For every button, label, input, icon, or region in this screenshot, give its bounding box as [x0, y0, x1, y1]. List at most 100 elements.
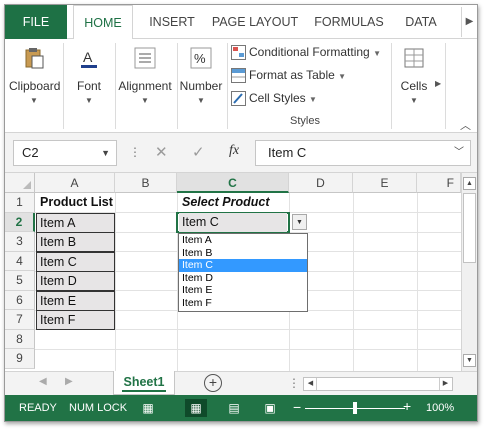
name-box[interactable]: C2 ▼ [13, 140, 117, 166]
tab-home[interactable]: HOME [73, 5, 133, 40]
scroll-up-icon[interactable]: ▲ [463, 177, 476, 190]
formula-input-value: Item C [268, 145, 307, 160]
formula-bar-dots-icon[interactable]: ⋮ [129, 145, 141, 159]
row-header-9[interactable]: 9 [5, 349, 35, 369]
add-sheet-icon[interactable]: + [204, 374, 222, 392]
chevron-down-icon[interactable]: ▼ [101, 141, 110, 165]
conditional-formatting-icon [231, 45, 246, 61]
cells-label: Cells [400, 79, 428, 93]
tab-insert[interactable]: INSERT [141, 5, 203, 39]
ribbon-more-icon[interactable]: ▶ [435, 79, 441, 88]
zoom-in-icon[interactable]: + [403, 398, 411, 414]
insert-function-icon[interactable]: fx [229, 143, 239, 159]
conditional-formatting-button[interactable]: Conditional Formatting ▼ [231, 45, 381, 65]
column-header-d[interactable]: D [289, 173, 353, 193]
column-header-b[interactable]: B [115, 173, 177, 193]
cells-icon [404, 48, 424, 68]
status-num-lock: NUM LOCK [69, 402, 128, 414]
cancel-icon[interactable]: ✕ [155, 143, 168, 161]
format-as-table-icon [231, 68, 246, 84]
column-header-e[interactable]: E [353, 173, 417, 193]
clipboard-label: Clipboard [9, 79, 61, 93]
dropdown-option[interactable]: Item E [179, 284, 307, 297]
chevron-down-icon: ▼ [141, 96, 149, 105]
percent-icon: % [190, 47, 212, 69]
formula-bar: C2 ▼ ⋮ ✕ ✓ fx Item C ﹀ [5, 133, 477, 173]
row-header-7[interactable]: 7 [5, 310, 35, 330]
chevron-down-icon: ▼ [85, 96, 93, 105]
svg-text:A: A [83, 49, 93, 65]
ribbon-home: Clipboard ▼ A Font ▼ Alignment ▼ % Numbe… [5, 39, 477, 133]
dropdown-option[interactable]: Item D [179, 272, 307, 285]
row-header-8[interactable]: 8 [5, 329, 35, 349]
cell-a3[interactable]: Item B [36, 232, 115, 252]
svg-text:%: % [194, 51, 206, 66]
vertical-scrollbar[interactable]: ▲ ▼ [461, 173, 477, 371]
ribbon-tab-bar: FILE HOME INSERT PAGE LAYOUT FORMULAS DA… [5, 5, 477, 40]
expand-formula-icon[interactable]: ﹀ [454, 141, 464, 165]
name-box-value: C2 [22, 145, 39, 160]
status-ready: READY [19, 402, 57, 414]
column-header-c[interactable]: C [177, 173, 289, 193]
cell-a5[interactable]: Item D [36, 271, 115, 291]
row-header-5[interactable]: 5 [5, 271, 35, 291]
ribbon-scroll-right-icon[interactable]: ▶ [461, 7, 477, 37]
row-header-2[interactable]: 2 [5, 212, 35, 232]
zoom-out-icon[interactable]: − [293, 399, 301, 415]
cell-styles-button[interactable]: Cell Styles ▼ [231, 91, 317, 111]
cell-c1[interactable]: Select Product [179, 193, 289, 212]
tab-split-dots-icon[interactable]: ⋮ [288, 376, 300, 390]
cell-styles-icon [231, 91, 246, 107]
dropdown-option[interactable]: Item B [179, 247, 307, 260]
page-layout-view-icon[interactable]: ▤ [223, 399, 245, 417]
collapse-ribbon-icon[interactable]: ︿ [460, 117, 471, 133]
dropdown-option-selected[interactable]: Item C [179, 259, 307, 272]
number-group[interactable]: % Number ▼ [177, 39, 225, 133]
row-header-3[interactable]: 3 [5, 232, 35, 252]
dropdown-option[interactable]: Item F [179, 297, 307, 310]
cell-a7[interactable]: Item F [36, 310, 115, 330]
scroll-thumb[interactable] [463, 193, 476, 263]
font-group[interactable]: A Font ▼ [65, 39, 113, 133]
prev-sheet-icon[interactable]: ◀ [39, 376, 47, 387]
next-sheet-icon[interactable]: ▶ [65, 376, 73, 387]
zoom-level[interactable]: 100% [426, 402, 454, 414]
macro-record-icon[interactable]: ▦ [137, 399, 159, 417]
cell-a4[interactable]: Item C [36, 251, 115, 272]
row-header-1[interactable]: 1 [5, 193, 35, 213]
cell-a1[interactable]: Product List [37, 193, 115, 212]
cell-a2[interactable]: Item A [36, 212, 115, 233]
scroll-right-icon[interactable]: ▶ [439, 378, 451, 390]
column-header-a[interactable]: A [35, 173, 115, 193]
tab-data[interactable]: DATA [397, 5, 445, 39]
dropdown-option[interactable]: Item A [179, 234, 307, 247]
tab-file[interactable]: FILE [5, 5, 67, 39]
alignment-group[interactable]: Alignment ▼ [115, 39, 175, 133]
zoom-slider-thumb[interactable] [353, 402, 357, 414]
cell-c2[interactable]: Item C [179, 213, 287, 232]
clipboard-group[interactable]: Clipboard ▼ [9, 39, 61, 133]
tab-formulas[interactable]: FORMULAS [307, 5, 391, 39]
sheet-tab-sheet1[interactable]: Sheet1 [113, 371, 175, 395]
tab-page-layout[interactable]: PAGE LAYOUT [209, 5, 301, 39]
cell-a6[interactable]: Item E [36, 290, 115, 311]
paste-icon [25, 48, 44, 69]
format-as-table-button[interactable]: Format as Table ▼ [231, 68, 346, 88]
cells-group[interactable]: Cells ▼ [393, 39, 435, 133]
column-header-f[interactable]: F [417, 173, 461, 193]
chevron-down-icon: ▼ [30, 96, 38, 105]
validation-dropdown-list: Item A Item B Item C Item D Item E Item … [178, 233, 308, 312]
enter-icon[interactable]: ✓ [192, 143, 205, 161]
dropdown-arrow-icon[interactable]: ▼ [292, 214, 307, 230]
normal-view-icon[interactable]: ▦ [185, 399, 207, 417]
scroll-left-icon[interactable]: ◀ [305, 378, 317, 390]
conditional-formatting-label: Conditional Formatting [249, 45, 370, 59]
row-header-6[interactable]: 6 [5, 290, 35, 310]
row-header-4[interactable]: 4 [5, 251, 35, 271]
scroll-down-icon[interactable]: ▼ [463, 354, 476, 367]
horizontal-scrollbar[interactable]: ◀ ▶ [303, 377, 453, 391]
formula-input[interactable]: Item C ﹀ [255, 140, 471, 166]
page-break-view-icon[interactable]: ▣ [259, 399, 281, 417]
alignment-label: Alignment [118, 79, 172, 93]
select-all-corner[interactable] [5, 173, 35, 193]
